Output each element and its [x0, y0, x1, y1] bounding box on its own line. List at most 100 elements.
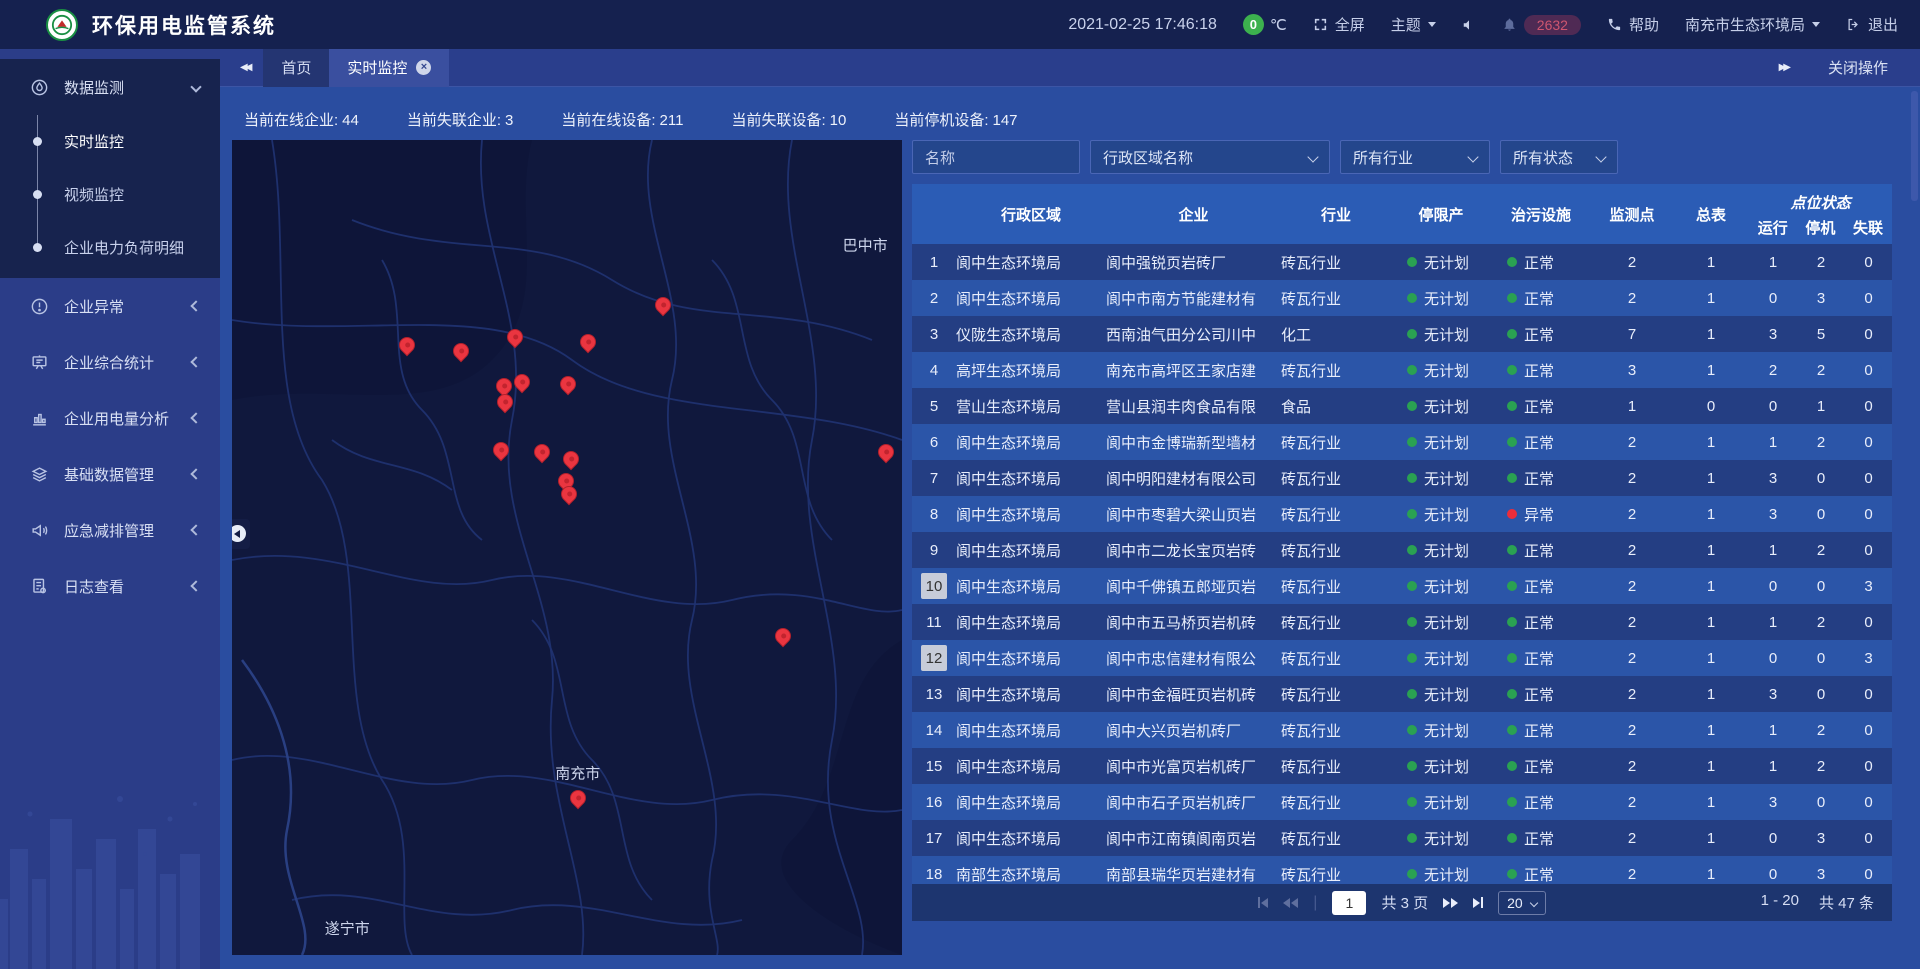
- cell-running: 0: [1749, 650, 1797, 667]
- sidebar: 数据监测实时监控视频监控企业电力负荷明细企业异常企业综合统计企业用电量分析基础数…: [0, 49, 220, 969]
- map-pin[interactable]: [556, 373, 579, 396]
- table-row[interactable]: 1阆中生态环境局阆中强锐页岩砖厂砖瓦行业无计划正常21120: [912, 244, 1892, 280]
- prev-page-button[interactable]: [1283, 898, 1298, 908]
- page-number-input[interactable]: 1: [1332, 891, 1366, 915]
- map-pin[interactable]: [511, 371, 534, 394]
- table-row[interactable]: 14阆中生态环境局阆中大兴页岩机砖厂砖瓦行业无计划正常21120: [912, 712, 1892, 748]
- region-filter-select[interactable]: 行政区域名称: [1090, 140, 1330, 174]
- map-pin[interactable]: [503, 325, 526, 348]
- logout-button[interactable]: 退出: [1846, 14, 1898, 35]
- table-row[interactable]: 6阆中生态环境局阆中市金博瑞新型墙材砖瓦行业无计划正常21120: [912, 424, 1892, 460]
- map-pin[interactable]: [396, 333, 419, 356]
- help-button[interactable]: 帮助: [1607, 14, 1659, 35]
- app-header: 环保用电监管系统 2021-02-25 17:46:18 0 ℃ 全屏 主题 2…: [0, 0, 1920, 49]
- table-row[interactable]: 18南部生态环境局南部县瑞华页岩建材有砖瓦行业无计划正常21030: [912, 856, 1892, 884]
- theme-dropdown[interactable]: 主题: [1391, 14, 1436, 35]
- cell-running: 2: [1749, 362, 1797, 379]
- status-dot-icon: [1407, 689, 1417, 699]
- table-row[interactable]: 2阆中生态环境局阆中市南方节能建材有砖瓦行业无计划正常21030: [912, 280, 1892, 316]
- main-content: 当前在线企业:44当前失联企业:3当前在线设备:211当前失联设备:10当前停机…: [220, 87, 1920, 969]
- enterprise-table-panel: 名称 行政区域名称 所有行业 所有状态 行政区域 企业: [912, 140, 1892, 921]
- sidebar-item-2[interactable]: 企业电力负荷明细: [0, 221, 220, 274]
- cell-monitor-points: 2: [1591, 470, 1673, 487]
- map-pin[interactable]: [652, 294, 675, 317]
- table-row[interactable]: 4高坪生态环境局南充市高坪区王家店建砖瓦行业无计划正常31220: [912, 352, 1892, 388]
- notifications-button[interactable]: 2632: [1502, 15, 1581, 35]
- map-city-label: 巴中市: [843, 235, 888, 256]
- table-row[interactable]: 5营山生态环境局营山县润丰肉食品有限食品无计划正常10010: [912, 388, 1892, 424]
- chevron-left-icon: [190, 524, 201, 535]
- next-page-button[interactable]: [1443, 898, 1458, 908]
- map-collapse-button[interactable]: [232, 519, 250, 549]
- table-row[interactable]: 17阆中生态环境局阆中市江南镇阆南页岩砖瓦行业无计划正常21030: [912, 820, 1892, 856]
- close-tab-icon[interactable]: ×: [416, 60, 431, 75]
- status-filter-select[interactable]: 所有状态: [1500, 140, 1618, 174]
- last-page-button[interactable]: [1473, 897, 1483, 908]
- scrollbar-thumb[interactable]: [1911, 91, 1918, 201]
- sidebar-group-2[interactable]: 企业综合统计: [0, 334, 220, 390]
- sidebar-group-5[interactable]: 应急减排管理: [0, 502, 220, 558]
- first-page-button[interactable]: [1258, 897, 1268, 908]
- megaphone-icon: [30, 520, 50, 540]
- table-row[interactable]: 8阆中生态环境局阆中市枣碧大梁山页岩砖瓦行业无计划异常21300: [912, 496, 1892, 532]
- cell-stop-status: 无计划: [1391, 468, 1491, 489]
- map-pin[interactable]: [577, 330, 600, 353]
- cell-company: 阆中市江南镇阆南页岩: [1106, 828, 1281, 849]
- table-row[interactable]: 9阆中生态环境局阆中市二龙长宝页岩砖砖瓦行业无计划正常21120: [912, 532, 1892, 568]
- sidebar-group-0[interactable]: 数据监测: [0, 59, 220, 115]
- table-row[interactable]: 15阆中生态环境局阆中市光富页岩机砖厂砖瓦行业无计划正常21120: [912, 748, 1892, 784]
- status-dot-icon: [1507, 833, 1517, 843]
- cell-company: 阆中强锐页岩砖厂: [1106, 252, 1281, 273]
- scrollbar[interactable]: [1911, 91, 1918, 965]
- table-row[interactable]: 3仪陇生态环境局西南油气田分公司川中化工无计划正常71350: [912, 316, 1892, 352]
- industry-filter-select[interactable]: 所有行业: [1340, 140, 1490, 174]
- status-dot-icon: [1507, 689, 1517, 699]
- cell-company: 阆中市忠信建材有限公: [1106, 648, 1281, 669]
- cell-region: 高坪生态环境局: [956, 360, 1106, 381]
- map-pin[interactable]: [560, 448, 583, 471]
- cell-total-meter: 1: [1673, 686, 1749, 703]
- sidebar-group-1[interactable]: 企业异常: [0, 278, 220, 334]
- map-pin[interactable]: [494, 391, 517, 414]
- mute-button[interactable]: [1462, 18, 1476, 32]
- cell-region: 营山生态环境局: [956, 396, 1106, 417]
- sidebar-group-4[interactable]: 基础数据管理: [0, 446, 220, 502]
- tabs-scroll-left-icon[interactable]: ◀◀: [234, 62, 255, 73]
- map-panel[interactable]: 巴中市南充市遂宁市: [232, 140, 902, 955]
- cell-region: 阆中生态环境局: [956, 468, 1106, 489]
- table-row[interactable]: 7阆中生态环境局阆中明阳建材有限公司砖瓦行业无计划正常21300: [912, 460, 1892, 496]
- name-filter-input[interactable]: 名称: [912, 140, 1080, 174]
- map-pin[interactable]: [772, 624, 795, 647]
- table-row[interactable]: 10阆中生态环境局阆中千佛镇五郎垭页岩砖瓦行业无计划正常21003: [912, 568, 1892, 604]
- sidebar-item-0[interactable]: 实时监控: [0, 115, 220, 168]
- map-pin[interactable]: [567, 787, 590, 810]
- cell-total-meter: 1: [1673, 758, 1749, 775]
- table-row[interactable]: 16阆中生态环境局阆中市石子页岩机砖厂砖瓦行业无计划正常21300: [912, 784, 1892, 820]
- table-row[interactable]: 12阆中生态环境局阆中市忠信建材有限公砖瓦行业无计划正常21003: [912, 640, 1892, 676]
- close-operations-button[interactable]: 关闭操作: [1828, 57, 1888, 78]
- sidebar-item-1[interactable]: 视频监控: [0, 168, 220, 221]
- cell-company: 西南油气田分公司川中: [1106, 324, 1281, 345]
- fullscreen-button[interactable]: 全屏: [1313, 14, 1365, 35]
- enterprise-table: 行政区域 企业 行业 停限产 治污设施 监测点 总表 点位状态 运行 停机 失联: [912, 184, 1892, 884]
- org-dropdown[interactable]: 南充市生态环境局: [1685, 14, 1820, 35]
- status-dot-icon: [1507, 365, 1517, 375]
- map-pin[interactable]: [875, 441, 898, 464]
- cell-region: 阆中生态环境局: [956, 720, 1106, 741]
- tabs-scroll-right-icon[interactable]: ▶▶: [1773, 62, 1794, 73]
- map-pin[interactable]: [490, 439, 513, 462]
- tab-realtime-monitor[interactable]: 实时监控 ×: [329, 49, 449, 87]
- status-dot-icon: [1507, 869, 1517, 879]
- table-row[interactable]: 13阆中生态环境局阆中市金福旺页岩机砖砖瓦行业无计划正常21300: [912, 676, 1892, 712]
- sidebar-group-6[interactable]: 日志查看: [0, 558, 220, 614]
- map-pin[interactable]: [531, 441, 554, 464]
- tab-home[interactable]: 首页: [263, 49, 329, 87]
- page-size-select[interactable]: 20: [1498, 891, 1546, 915]
- table-row[interactable]: 11阆中生态环境局阆中市五马桥页岩机砖砖瓦行业无计划正常21120: [912, 604, 1892, 640]
- pagination-bar: | 1 共 3 页 20 1 - 20 共 47 条: [912, 884, 1892, 921]
- cell-lost: 0: [1845, 434, 1892, 451]
- sidebar-group-3[interactable]: 企业用电量分析: [0, 390, 220, 446]
- status-dot-icon: [1407, 761, 1417, 771]
- map-pin[interactable]: [450, 340, 473, 363]
- status-dot-icon: [1407, 293, 1417, 303]
